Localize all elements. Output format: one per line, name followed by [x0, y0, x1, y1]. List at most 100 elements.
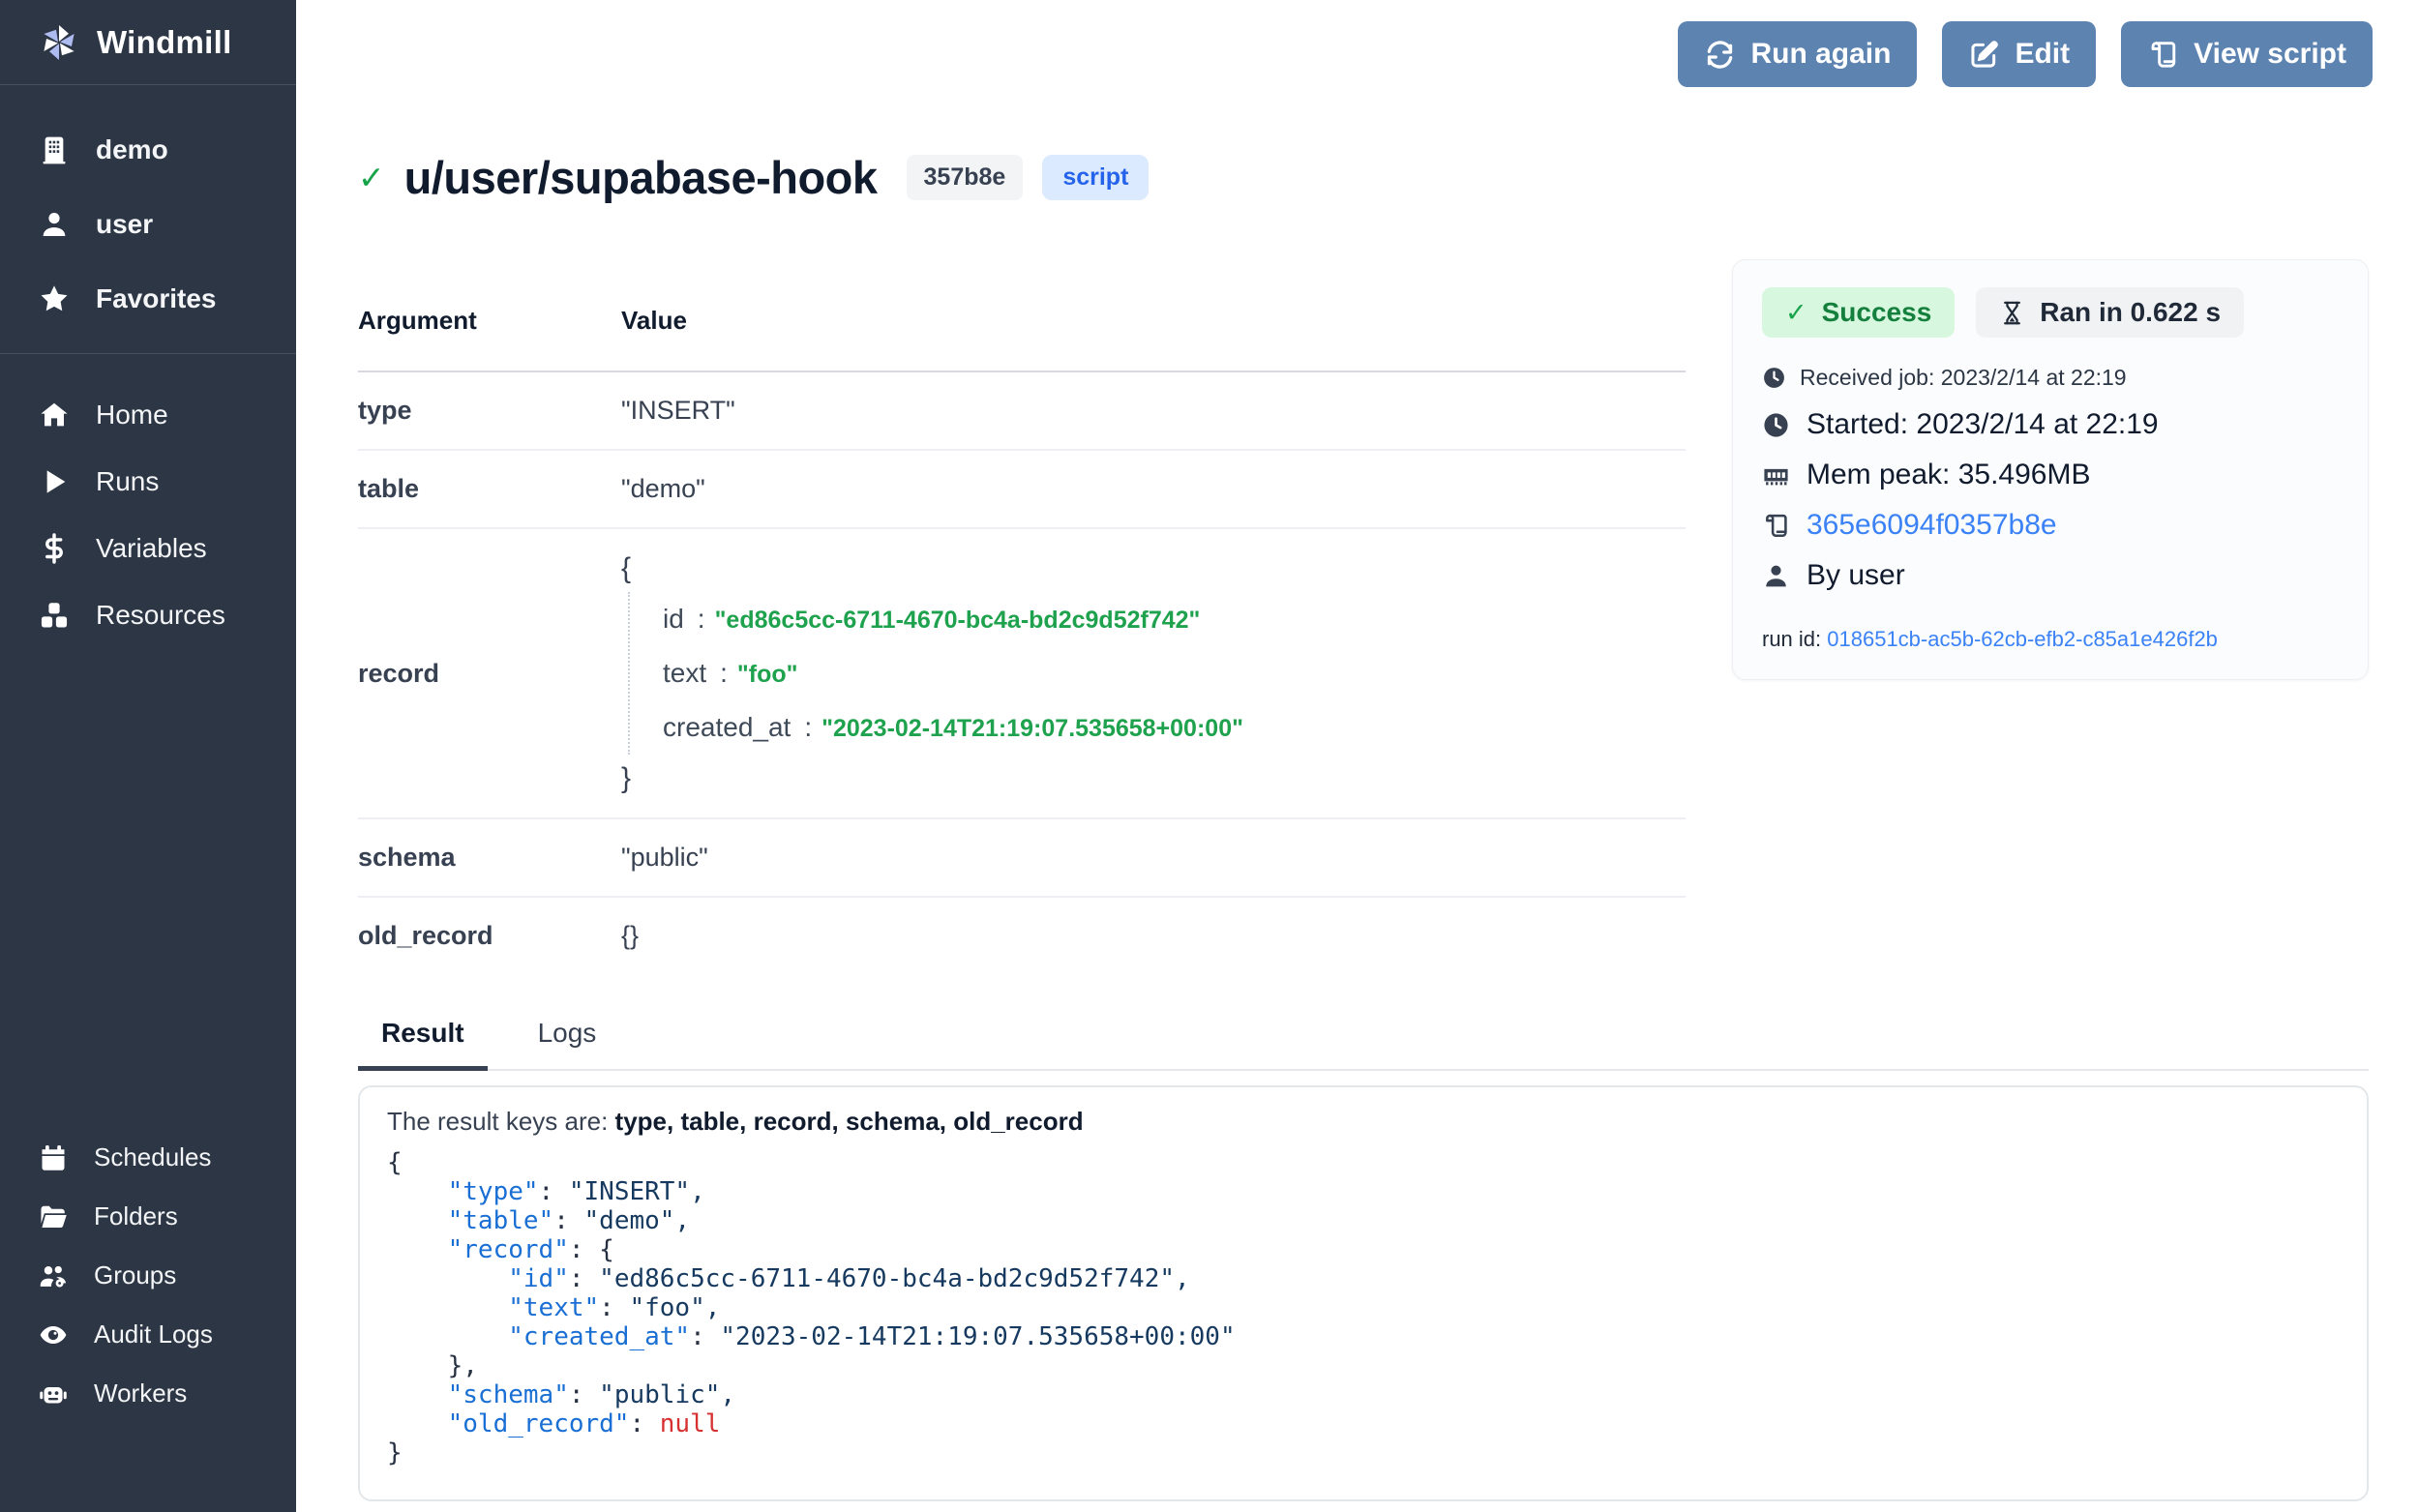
object-entries: id: "ed86c5cc-6711-4670-bc4a-bd2c9d52f742…	[628, 592, 1686, 755]
sidebar-item-label: Groups	[94, 1260, 176, 1290]
result-json-line: "record": {	[387, 1235, 2340, 1264]
windmill-run-page: { "app": {"name": "Windmill"}, "sidebar"…	[0, 0, 2419, 1512]
result-json-line: "text": "foo",	[387, 1293, 2340, 1322]
received-job-row: Received job: 2023/2/14 at 22:19	[1762, 365, 2339, 391]
edit-button[interactable]: Edit	[1942, 21, 2096, 87]
by-user-text: By user	[1807, 559, 1905, 592]
app-name: Windmill	[97, 24, 232, 61]
result-json-line: {	[387, 1148, 2340, 1177]
object-open-brace: {	[621, 552, 1686, 584]
status-badge: ✓ Success	[1762, 287, 1955, 338]
argument-row-type: type"INSERT"	[358, 371, 1686, 450]
argument-name: type	[358, 371, 621, 450]
object-entry-created-at: created_at:"2023-02-14T21:19:07.535658+0…	[663, 700, 1686, 755]
sidebar-item-workers[interactable]: Workers	[0, 1364, 296, 1423]
button-label: Edit	[2015, 38, 2070, 71]
sidebar-item-runs[interactable]: Runs	[0, 448, 296, 515]
object-close-brace: }	[621, 762, 1686, 794]
clock-icon	[1762, 366, 1786, 390]
windmill-logo-icon	[37, 20, 81, 65]
home-icon	[39, 400, 70, 430]
result-panel: The result keys are: type, table, record…	[358, 1085, 2369, 1501]
sidebar-item-demo[interactable]: demo	[0, 112, 296, 187]
sidebar-item-resources[interactable]: Resources	[0, 581, 296, 648]
sidebar-item-label: Schedules	[94, 1142, 211, 1172]
sidebar-item-variables[interactable]: Variables	[0, 515, 296, 581]
result-summary: The result keys are: type, table, record…	[387, 1107, 2340, 1137]
started-text: Started: 2023/2/14 at 22:19	[1807, 408, 2159, 441]
argument-value: "demo"	[621, 450, 1686, 528]
play-icon	[39, 466, 70, 497]
object-key: text	[663, 658, 706, 688]
result-json-line: "schema": "public",	[387, 1380, 2340, 1409]
eye-icon	[39, 1320, 68, 1349]
sidebar-item-groups[interactable]: Groups	[0, 1246, 296, 1305]
object-key: id	[663, 604, 684, 634]
sidebar-nav-section: Home Runs Variables Resources	[0, 354, 296, 666]
scroll-icon	[2147, 39, 2179, 71]
check-icon: ✓	[1785, 298, 1807, 328]
sidebar-item-user[interactable]: user	[0, 187, 296, 261]
toolbar: Run again Edit View script	[1678, 21, 2373, 87]
mem-peak-text: Mem peak: 35.496MB	[1807, 459, 2090, 491]
success-check-icon: ✓	[358, 159, 385, 196]
sidebar-item-label: Workers	[94, 1379, 187, 1408]
sidebar-item-label: Home	[96, 400, 168, 430]
sidebar-item-label: Runs	[96, 466, 159, 497]
app-logo[interactable]: Windmill	[0, 0, 296, 85]
building-icon	[39, 134, 70, 165]
object-value: "ed86c5cc-6711-4670-bc4a-bd2c9d52f742"	[715, 607, 1201, 634]
script-hash-badge: 357b8e	[907, 155, 1024, 200]
status-badge-label: Success	[1822, 297, 1932, 328]
refresh-icon	[1704, 39, 1736, 71]
script-kind-badge: script	[1042, 155, 1149, 200]
tab-logs[interactable]: Logs	[515, 1012, 620, 1071]
hourglass-icon	[1999, 300, 2025, 326]
script-hash-link[interactable]: 365e6094f0357b8e	[1807, 509, 2057, 542]
sidebar-item-label: Favorites	[96, 283, 217, 314]
result-json-line: "type": "INSERT",	[387, 1177, 2340, 1206]
result-json: { "type": "INSERT", "table": "demo", "re…	[387, 1148, 2340, 1468]
argument-name: schema	[358, 818, 621, 897]
argument-name: table	[358, 450, 621, 528]
main-content: Run again Edit View script ✓ u/user/supaba…	[296, 0, 2419, 1512]
object-colon: :	[804, 712, 812, 742]
sidebar-item-schedules[interactable]: Schedules	[0, 1128, 296, 1187]
argument-row-old-record: old_record{}	[358, 897, 1686, 974]
status-badges: ✓ Success Ran in 0.622 s	[1762, 287, 2339, 338]
sidebar-item-label: Folders	[94, 1201, 178, 1231]
argument-name: old_record	[358, 897, 621, 974]
result-json-line: "table": "demo",	[387, 1206, 2340, 1235]
view-script-button[interactable]: View script	[2121, 21, 2373, 87]
edit-icon	[1968, 39, 2000, 71]
run-id-link[interactable]: 018651cb-ac5b-62cb-efb2-c85a1e426f2b	[1827, 627, 2218, 651]
run-status-panel: ✓ Success Ran in 0.622 s Received job: 2…	[1732, 259, 2369, 680]
run-again-button[interactable]: Run again	[1678, 21, 1917, 87]
object-entry-id: id:"ed86c5cc-6711-4670-bc4a-bd2c9d52f742…	[663, 592, 1686, 646]
dollar-icon	[39, 533, 70, 564]
sidebar-item-label: demo	[96, 134, 168, 165]
page-title: u/user/supabase-hook	[404, 151, 878, 204]
column-header-value: Value	[621, 290, 1686, 371]
mem-peak-row: Mem peak: 35.496MB	[1762, 459, 2339, 491]
argument-value: "INSERT"	[621, 371, 1686, 450]
scroll-icon	[1762, 512, 1790, 540]
sidebar-item-folders[interactable]: Folders	[0, 1187, 296, 1246]
sidebar-item-label: Variables	[96, 533, 207, 564]
person-icon	[1762, 562, 1790, 590]
robot-icon	[39, 1379, 68, 1408]
star-icon	[39, 283, 70, 314]
run-id-row: run id: 018651cb-ac5b-62cb-efb2-c85a1e42…	[1762, 627, 2339, 652]
arguments-table: Argument Value type"INSERT"table"demo"re…	[358, 290, 1686, 974]
result-json-line: "created_at": "2023-02-14T21:19:07.53565…	[387, 1322, 2340, 1351]
by-user-row: By user	[1762, 559, 2339, 592]
object-key: created_at	[663, 712, 791, 742]
object-value: "foo"	[737, 661, 798, 688]
result-json-line: }	[387, 1438, 2340, 1468]
sidebar-item-favorites[interactable]: Favorites	[0, 261, 296, 336]
tab-result[interactable]: Result	[358, 1012, 488, 1071]
sidebar-item-home[interactable]: Home	[0, 381, 296, 448]
sidebar-item-audit-logs[interactable]: Audit Logs	[0, 1305, 296, 1364]
duration-label: Ran in 0.622 s	[2040, 297, 2221, 328]
groups-icon	[39, 1261, 68, 1290]
